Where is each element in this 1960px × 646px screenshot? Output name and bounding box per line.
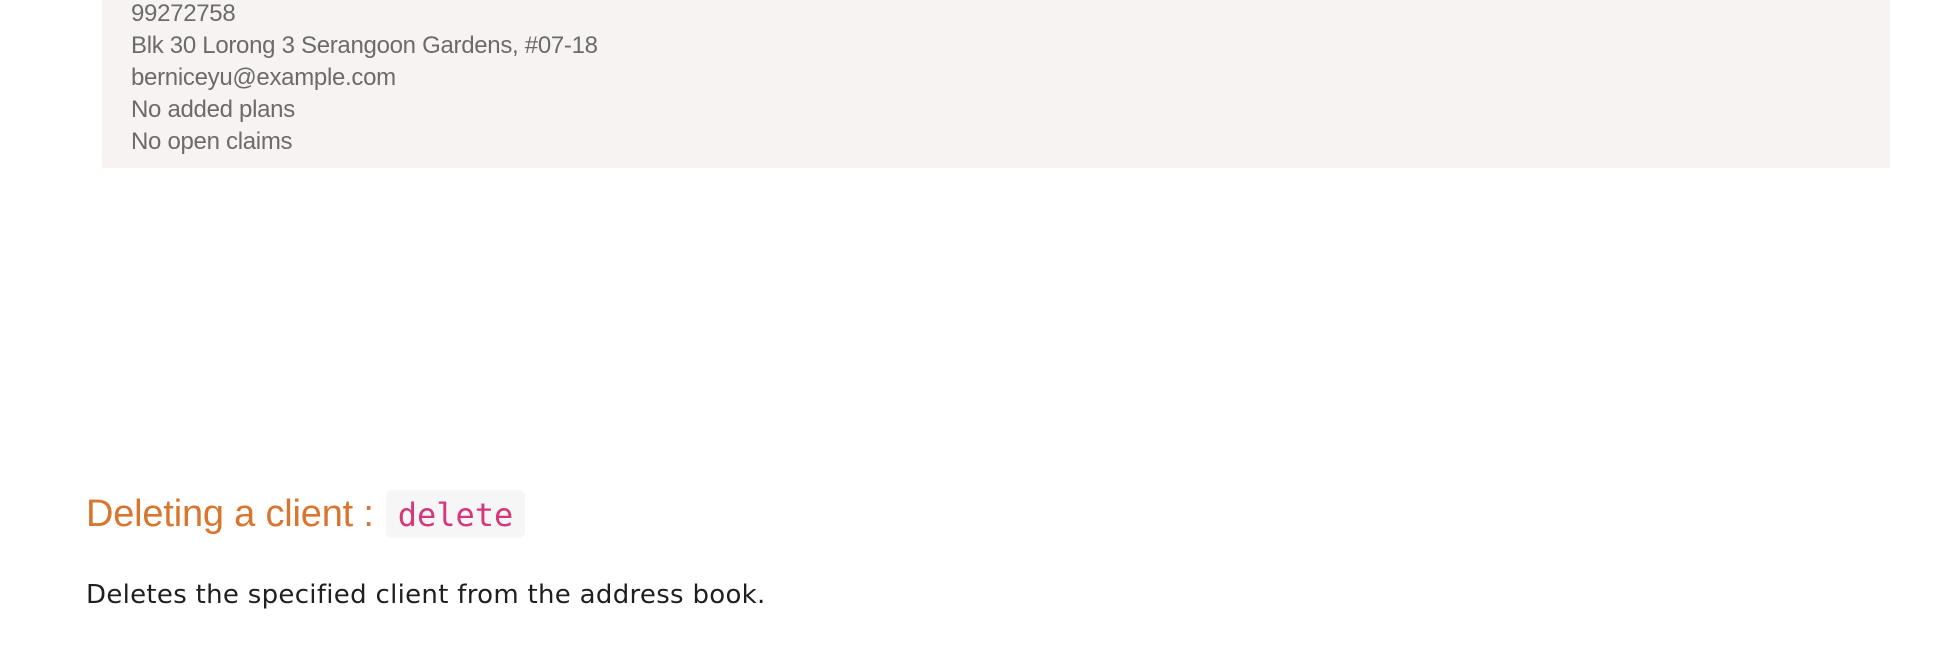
section-heading: Deleting a client : delete — [86, 486, 526, 542]
user-guide-page: 99272758 Blk 30 Lorong 3 Serangoon Garde… — [0, 0, 1960, 646]
client-address: Blk 30 Lorong 3 Serangoon Gardens, #07-1… — [131, 32, 598, 59]
client-phone: 99272758 — [131, 0, 236, 27]
section-heading-text: Deleting a client : — [86, 492, 374, 535]
section-description: Deletes the specified client from the ad… — [86, 580, 766, 610]
command-code: delete — [385, 490, 526, 538]
client-email: berniceyu@example.com — [131, 64, 396, 91]
client-claims: No open claims — [131, 128, 293, 155]
client-plans: No added plans — [131, 96, 295, 123]
client-card-output: 99272758 Blk 30 Lorong 3 Serangoon Garde… — [102, 0, 1890, 168]
